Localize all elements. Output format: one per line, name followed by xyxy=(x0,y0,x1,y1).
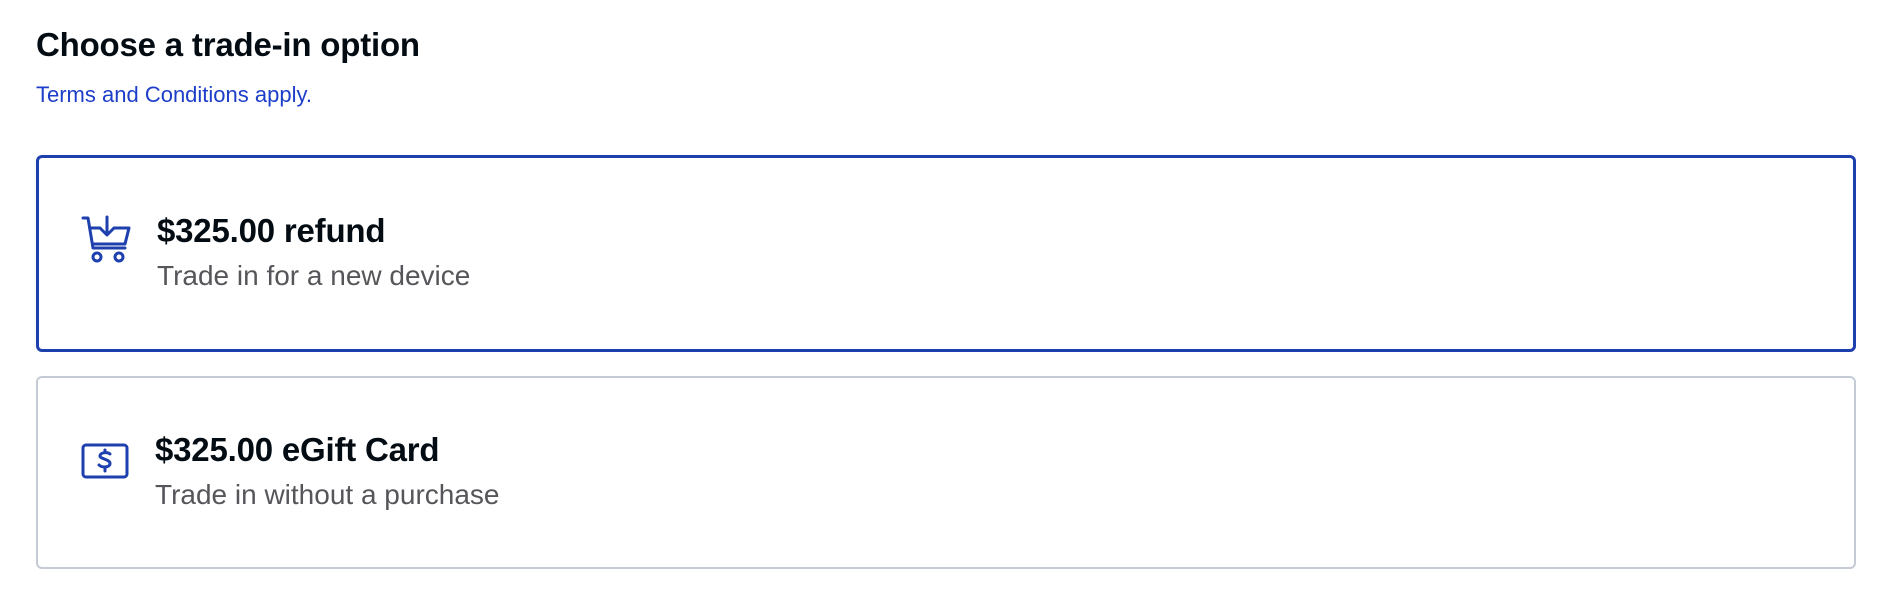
terms-and-conditions-link[interactable]: Terms and Conditions apply. xyxy=(36,80,312,110)
gift-card-dollar-icon xyxy=(81,434,133,486)
option-refund-title: $325.00 refund xyxy=(157,212,386,249)
option-refund-card[interactable]: $325.00 refund Trade in for a new device xyxy=(36,155,1856,352)
cart-download-icon xyxy=(81,214,133,266)
option-refund-subtitle: Trade in for a new device xyxy=(157,260,471,291)
option-egift-title: $325.00 eGift Card xyxy=(155,431,440,468)
trade-in-page: Choose a trade-in option Terms and Condi… xyxy=(0,0,1886,594)
option-egift-card[interactable]: $325.00 eGift Card Trade in without a pu… xyxy=(36,376,1856,569)
option-refund-text: $325.00 refund Trade in for a new device xyxy=(157,210,470,296)
option-egift-subtitle: Trade in without a purchase xyxy=(155,479,500,510)
option-egift-text: $325.00 eGift Card Trade in without a pu… xyxy=(155,429,500,515)
page-title: Choose a trade-in option xyxy=(36,26,420,63)
